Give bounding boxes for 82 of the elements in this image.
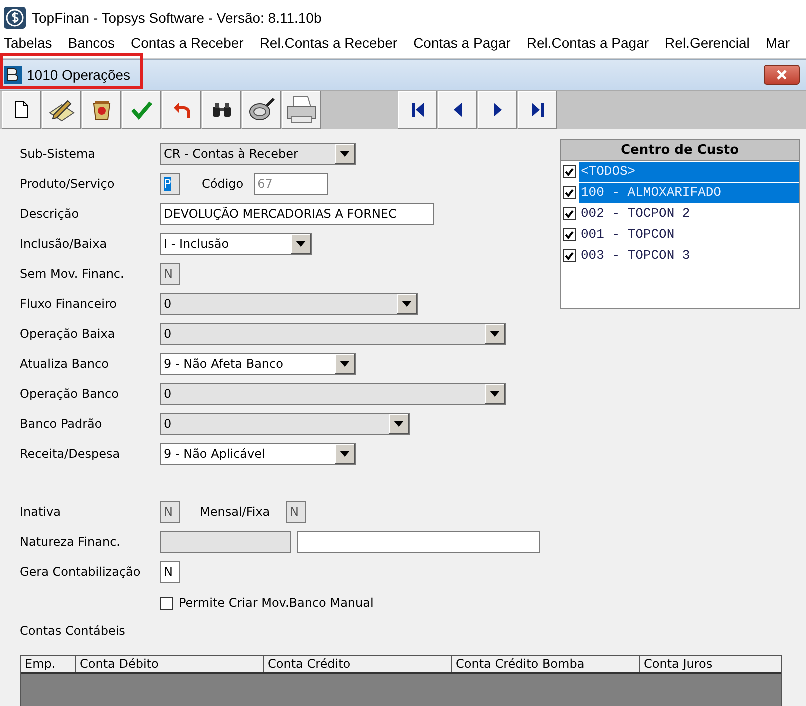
close-icon xyxy=(776,70,788,80)
previous-icon xyxy=(452,102,464,118)
caret-icon xyxy=(490,391,500,397)
menu-item[interactable]: Mar xyxy=(758,36,798,52)
checkbox[interactable] xyxy=(563,228,576,241)
binoculars-icon xyxy=(212,102,232,118)
menu-item[interactable]: Rel.Gerencial xyxy=(657,36,758,52)
input-field[interactable]: N xyxy=(160,561,180,583)
field-label: Sem Mov. Financ. xyxy=(20,267,126,281)
field-label: Descrição xyxy=(20,207,80,221)
window-logo-icon xyxy=(4,66,22,84)
input-field[interactable]: DEVOLUÇÃO MERCADORIAS A FORNEC xyxy=(160,203,434,225)
dropdown[interactable]: 9 - Não Afeta Banco xyxy=(160,353,356,375)
toolbar-button[interactable] xyxy=(42,91,81,129)
menu-item[interactable]: Contas a Pagar xyxy=(406,36,519,52)
list-item[interactable]: 100 - ALMOXARIFADO xyxy=(579,182,799,202)
nav-button[interactable] xyxy=(438,91,477,129)
field-label: Gera Contabilização xyxy=(20,565,142,579)
document-icon xyxy=(14,101,28,119)
field-label: Inclusão/Baixa xyxy=(20,237,108,251)
list-item[interactable]: 003 - TOPCON 3 xyxy=(579,246,799,266)
window-title: 1010 Operações xyxy=(27,67,132,83)
column-header[interactable]: Conta Crédito xyxy=(264,656,452,672)
field-label: Natureza Financ. xyxy=(20,535,122,549)
printer-icon xyxy=(286,95,318,125)
field-label: Inativa xyxy=(20,505,62,519)
caret-icon xyxy=(490,331,500,337)
menu-item[interactable]: Rel.Contas a Pagar xyxy=(518,36,658,52)
menu-item[interactable]: Rel.Contas a Receber xyxy=(252,36,406,52)
input-field[interactable]: P xyxy=(160,173,180,195)
checkbox-label[interactable]: Permite Criar Mov.Banco Manual xyxy=(179,596,374,610)
caret-icon xyxy=(340,151,350,157)
caret-icon xyxy=(340,451,350,457)
code-field[interactable] xyxy=(160,531,291,553)
caret-icon xyxy=(296,241,306,247)
section-title: Contas Contábeis xyxy=(20,624,126,638)
field-label: Receita/Despesa xyxy=(20,447,122,461)
nav-button[interactable] xyxy=(518,91,557,129)
input-field[interactable] xyxy=(296,531,540,553)
field-label: Mensal/Fixa xyxy=(200,505,272,519)
column-header[interactable]: Conta Débito xyxy=(76,656,264,672)
field-label: Atualiza Banco xyxy=(20,357,110,371)
menu-item[interactable]: Tabelas xyxy=(0,36,60,52)
checkbox[interactable] xyxy=(160,596,173,610)
field-label: Operação Baixa xyxy=(20,327,116,341)
caret-icon xyxy=(402,301,412,307)
menu-item[interactable]: Bancos xyxy=(60,36,123,52)
nav-button[interactable] xyxy=(478,91,517,129)
checkbox[interactable] xyxy=(563,165,576,178)
last-record-icon xyxy=(530,102,546,118)
menu-item[interactable]: Contas a Receber xyxy=(122,36,252,52)
dropdown[interactable]: I - Inclusão xyxy=(160,233,312,255)
caret-icon xyxy=(394,421,404,427)
dollar-logo-icon xyxy=(4,7,26,29)
nav-button[interactable] xyxy=(398,91,437,129)
checkbox[interactable] xyxy=(563,186,576,199)
checkmark-icon xyxy=(130,100,152,120)
column-header[interactable]: Conta Crédito Bomba xyxy=(452,656,640,672)
toolbar-button[interactable] xyxy=(202,91,241,129)
toolbar-button[interactable] xyxy=(242,91,281,129)
list-item[interactable]: 002 - TOCPON 2 xyxy=(579,204,799,224)
next-icon xyxy=(492,102,504,118)
toolbar-button[interactable] xyxy=(2,91,41,129)
app-title: TopFinan - Topsys Software - Versão: 8.11.10b xyxy=(32,10,322,26)
column-header[interactable]: Emp. xyxy=(21,656,76,672)
field-label: Código xyxy=(202,177,244,191)
field-label: Banco Padrão xyxy=(20,417,104,431)
first-record-icon xyxy=(410,102,426,118)
close-button[interactable] xyxy=(764,65,800,85)
caret-icon xyxy=(340,361,350,367)
field-label: Fluxo Financeiro xyxy=(20,297,118,311)
dropdown[interactable]: 9 - Não Aplicável xyxy=(160,443,356,465)
field-label: Sub-Sistema xyxy=(20,147,97,161)
checkbox[interactable] xyxy=(563,249,576,262)
field-label: Operação Banco xyxy=(20,387,120,401)
list-title: Centro de Custo xyxy=(620,142,740,158)
toolbar-button[interactable] xyxy=(82,91,121,129)
column-header[interactable]: Conta Juros xyxy=(640,656,781,672)
field-label: Produto/Serviço xyxy=(20,177,116,191)
checkbox[interactable] xyxy=(563,207,576,220)
list-item[interactable]: 001 - TOPCON xyxy=(579,224,799,244)
list-item[interactable]: <TODOS> xyxy=(579,162,799,182)
